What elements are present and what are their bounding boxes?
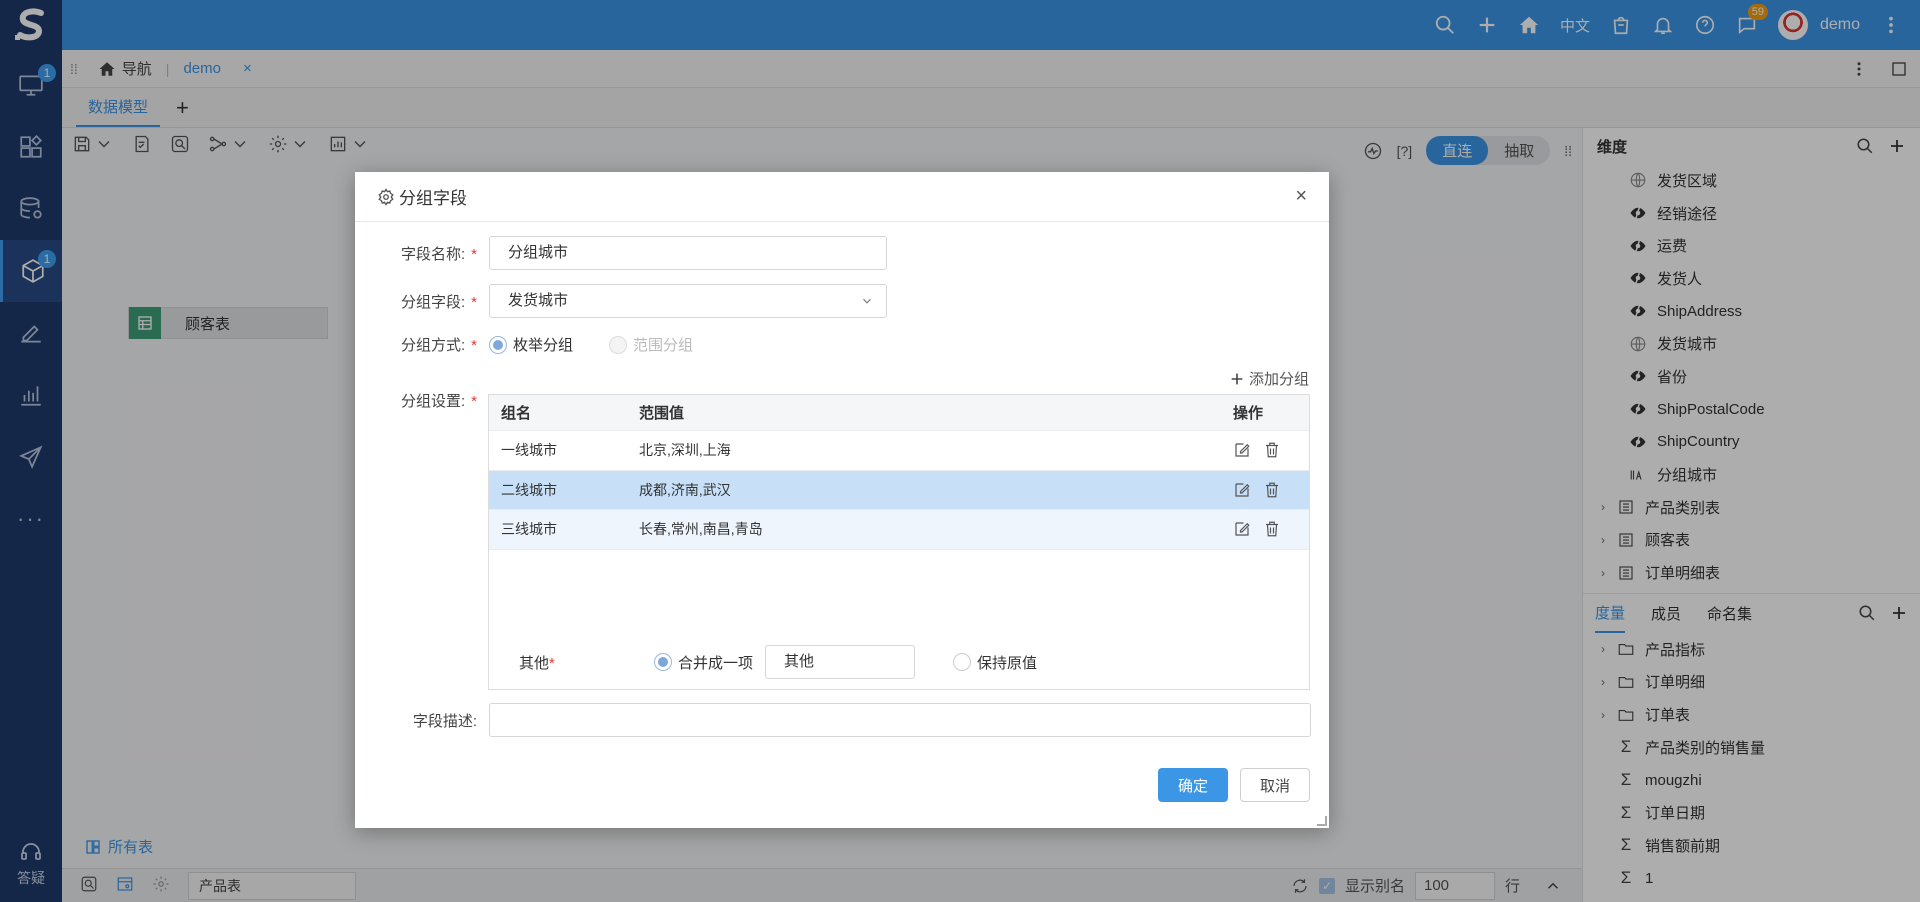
group-name-cell: 二线城市 bbox=[501, 481, 557, 498]
keep-original-label: 保持原值 bbox=[977, 654, 1038, 672]
group-table: 组名 范围值 操作 一线城市 北京,深圳,上海二线城市 成都,济南,武汉三线城市 长春… bbox=[488, 394, 1310, 690]
radio-dot bbox=[953, 653, 972, 671]
table-header: 组名 范围值 操作 bbox=[489, 395, 1309, 431]
table-row[interactable]: 三线城市 长春,常州,南昌,青岛 bbox=[489, 510, 1309, 550]
group-field-row: 分组字段: * 发货城市 bbox=[355, 284, 887, 318]
cancel-button[interactable]: 取消 bbox=[1240, 768, 1310, 802]
group-name-cell: 三线城市 bbox=[501, 521, 557, 538]
ok-button[interactable]: 确定 bbox=[1158, 768, 1228, 802]
dialog-header: 分组字段 × bbox=[355, 172, 1329, 222]
trash-icon[interactable] bbox=[1263, 520, 1281, 538]
plus-icon bbox=[1231, 373, 1243, 384]
group-name-cell: 一线城市 bbox=[501, 442, 557, 459]
table-row[interactable]: 二线城市 成都,济南,武汉 bbox=[489, 470, 1309, 510]
add-group-button[interactable]: 添加分组 bbox=[1229, 368, 1309, 389]
edit-icon[interactable] bbox=[1233, 520, 1251, 538]
group-setting-row: 分组设置: * bbox=[355, 390, 489, 411]
radio-dot bbox=[609, 335, 628, 354]
group-field-value: 发货城市 bbox=[508, 292, 569, 309]
description-label: 字段描述: bbox=[412, 712, 477, 730]
chevron-down-icon bbox=[863, 298, 871, 304]
group-setting-label: 分组设置: * bbox=[400, 393, 477, 410]
col-range-values: 范围值 bbox=[639, 405, 685, 422]
keep-original-radio[interactable]: 保持原值 bbox=[953, 652, 1037, 673]
mode-enum-radio[interactable]: 枚举分组 bbox=[489, 334, 573, 355]
close-icon[interactable]: × bbox=[1295, 185, 1307, 208]
mode-range-label: 范围分组 bbox=[633, 337, 694, 354]
group-field-select[interactable]: 发货城市 bbox=[489, 284, 887, 318]
trash-icon[interactable] bbox=[1263, 441, 1281, 459]
edit-icon[interactable] bbox=[1233, 481, 1251, 499]
range-values-cell: 北京,深圳,上海 bbox=[639, 442, 731, 459]
range-values-cell: 成都,济南,武汉 bbox=[639, 481, 731, 498]
col-actions: 操作 bbox=[1233, 405, 1264, 422]
field-name-label: 字段名称: * bbox=[400, 245, 477, 263]
field-name-input[interactable]: 分组城市 bbox=[489, 236, 887, 270]
field-name-row: 字段名称: * 分组城市 bbox=[355, 236, 887, 270]
description-input[interactable] bbox=[489, 703, 1311, 737]
description-row: 字段描述: bbox=[355, 703, 1311, 737]
group-mode-row: 分组方式: * 枚举分组 范围分组 bbox=[355, 334, 729, 355]
other-value-input[interactable]: 其他 bbox=[765, 645, 916, 679]
group-mode-label: 分组方式: * bbox=[400, 337, 477, 354]
trash-icon[interactable] bbox=[1263, 481, 1281, 499]
radio-dot bbox=[654, 653, 672, 671]
radio-dot bbox=[489, 335, 507, 354]
group-field-dialog: 分组字段 × 字段名称: * 分组城市 分组字段: * 发货城市 分组方式: * 枚举… bbox=[355, 172, 1329, 828]
merge-radio[interactable]: 合并成一项 bbox=[654, 652, 753, 673]
add-group-label: 添加分组 bbox=[1248, 371, 1309, 388]
merge-label: 合并成一项 bbox=[678, 654, 754, 672]
other-label: 其他* bbox=[519, 654, 555, 672]
group-field-label: 分组字段: * bbox=[400, 293, 477, 311]
dialog-title: 分组字段 bbox=[399, 189, 467, 208]
resize-handle[interactable] bbox=[1317, 816, 1327, 826]
table-row[interactable]: 一线城市 北京,深圳,上海 bbox=[489, 431, 1309, 471]
edit-icon[interactable] bbox=[1233, 441, 1251, 459]
range-values-cell: 长春,常州,南昌,青岛 bbox=[639, 521, 763, 538]
gear-icon bbox=[378, 187, 394, 206]
other-row: 其他* 合并成一项 其他 保持原值 bbox=[489, 645, 1309, 679]
mode-enum-label: 枚举分组 bbox=[513, 337, 574, 354]
col-group-name: 组名 bbox=[501, 405, 532, 422]
mode-range-radio[interactable]: 范围分组 bbox=[609, 334, 693, 355]
